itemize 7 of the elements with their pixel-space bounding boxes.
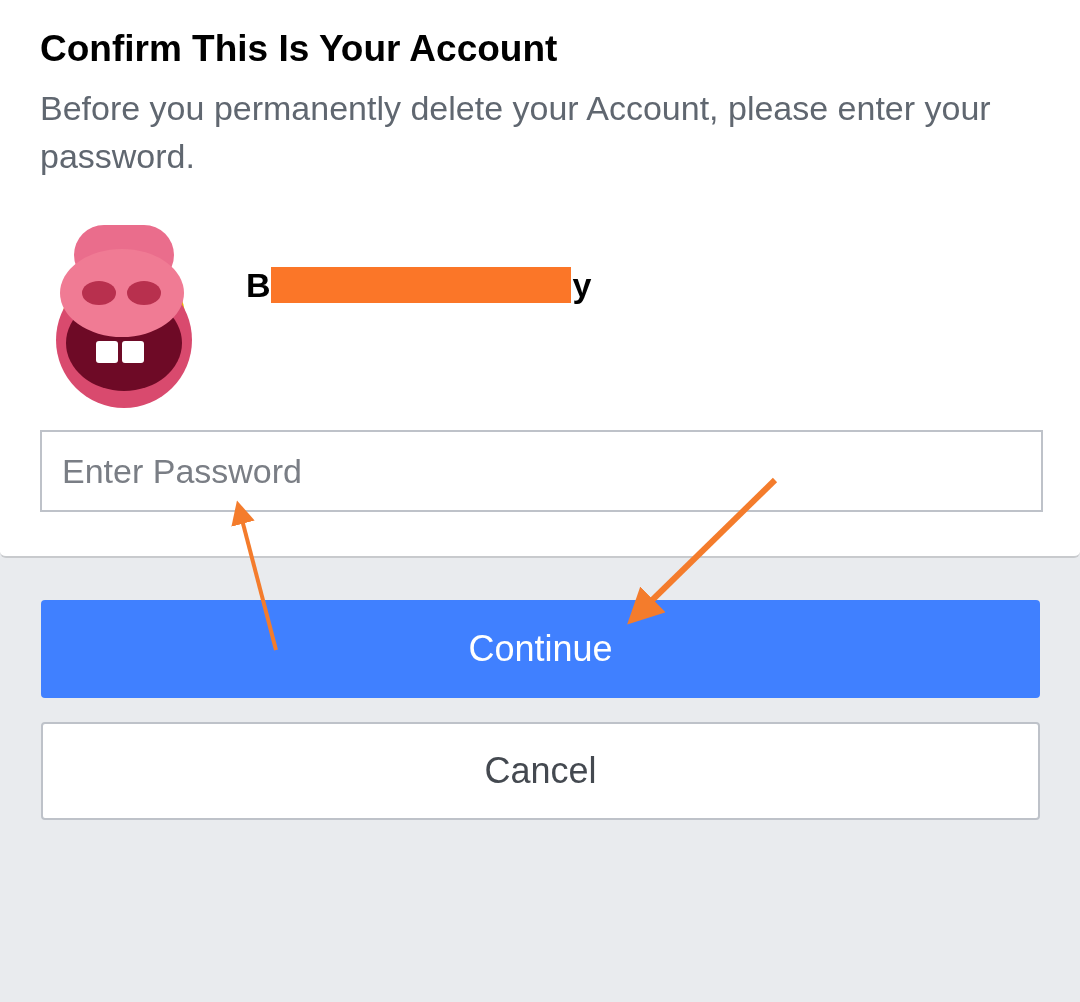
- account-name: B: [246, 265, 271, 305]
- password-field[interactable]: Enter Password: [40, 430, 1043, 512]
- account-name: y: [572, 265, 592, 305]
- continue-button[interactable]: Continue: [41, 600, 1040, 698]
- dialog-description: Before you permanently delete your Account, please enter your password.: [40, 88, 992, 177]
- dialog-title: Confirm This Is Your Account: [40, 28, 559, 70]
- cancel-button[interactable]: Cancel: [41, 722, 1040, 820]
